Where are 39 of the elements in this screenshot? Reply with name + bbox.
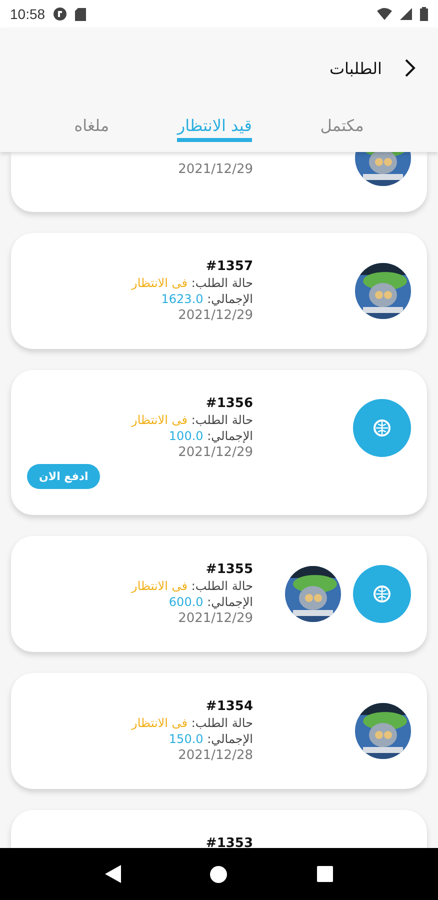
order-number: #1357 <box>206 259 253 274</box>
clock-time: 10:58 <box>10 6 46 22</box>
total-label: الإجمالي: <box>207 595 253 609</box>
wifi-icon <box>377 8 392 20</box>
order-date: 2021/12/28 <box>178 748 253 763</box>
status-value: فى الانتظار <box>132 716 188 730</box>
order-date: 2021/12/29 <box>178 611 253 626</box>
app-notification-icon <box>53 7 68 21</box>
signal-icon <box>400 8 412 20</box>
back-icon[interactable] <box>104 865 121 883</box>
recents-icon[interactable] <box>317 866 334 882</box>
status-label: حالة الطلب: <box>191 276 253 290</box>
order-date: 2021/12/29 <box>178 308 253 323</box>
sd-card-icon <box>75 8 86 20</box>
status-label: حالة الطلب: <box>191 413 253 427</box>
total-label: الإجمالي: <box>207 429 253 443</box>
order-number: #1356 <box>206 396 253 411</box>
status-label: حالة الطلب: <box>191 716 253 730</box>
total-value: 600.0 <box>168 595 204 609</box>
order-number: #1355 <box>206 562 253 577</box>
status-value: فى الانتظار <box>132 579 188 593</box>
order-date: 2021/12/29 <box>178 162 253 176</box>
total-value: 1623.0 <box>161 292 204 306</box>
status-value: فى الانتظار <box>132 276 188 290</box>
status-value: فى الانتظار <box>132 413 188 427</box>
order-date: 2021/12/29 <box>178 445 253 460</box>
total-value: 150.0 <box>168 732 204 746</box>
order-card[interactable]: #1353 <box>11 810 427 848</box>
order-number: #1353 <box>206 836 253 848</box>
page-title: الطلبات <box>329 58 382 78</box>
battery-icon <box>420 7 428 21</box>
order-card[interactable]: 2021/12/29 <box>11 152 427 212</box>
order-number: #1354 <box>206 699 253 714</box>
total-value: 100.0 <box>168 429 204 443</box>
total-label: الإجمالي: <box>207 732 253 746</box>
back-icon[interactable] <box>404 59 416 77</box>
status-label: حالة الطلب: <box>191 579 253 593</box>
total-label: الإجمالي: <box>207 292 253 306</box>
home-icon[interactable] <box>210 866 228 882</box>
